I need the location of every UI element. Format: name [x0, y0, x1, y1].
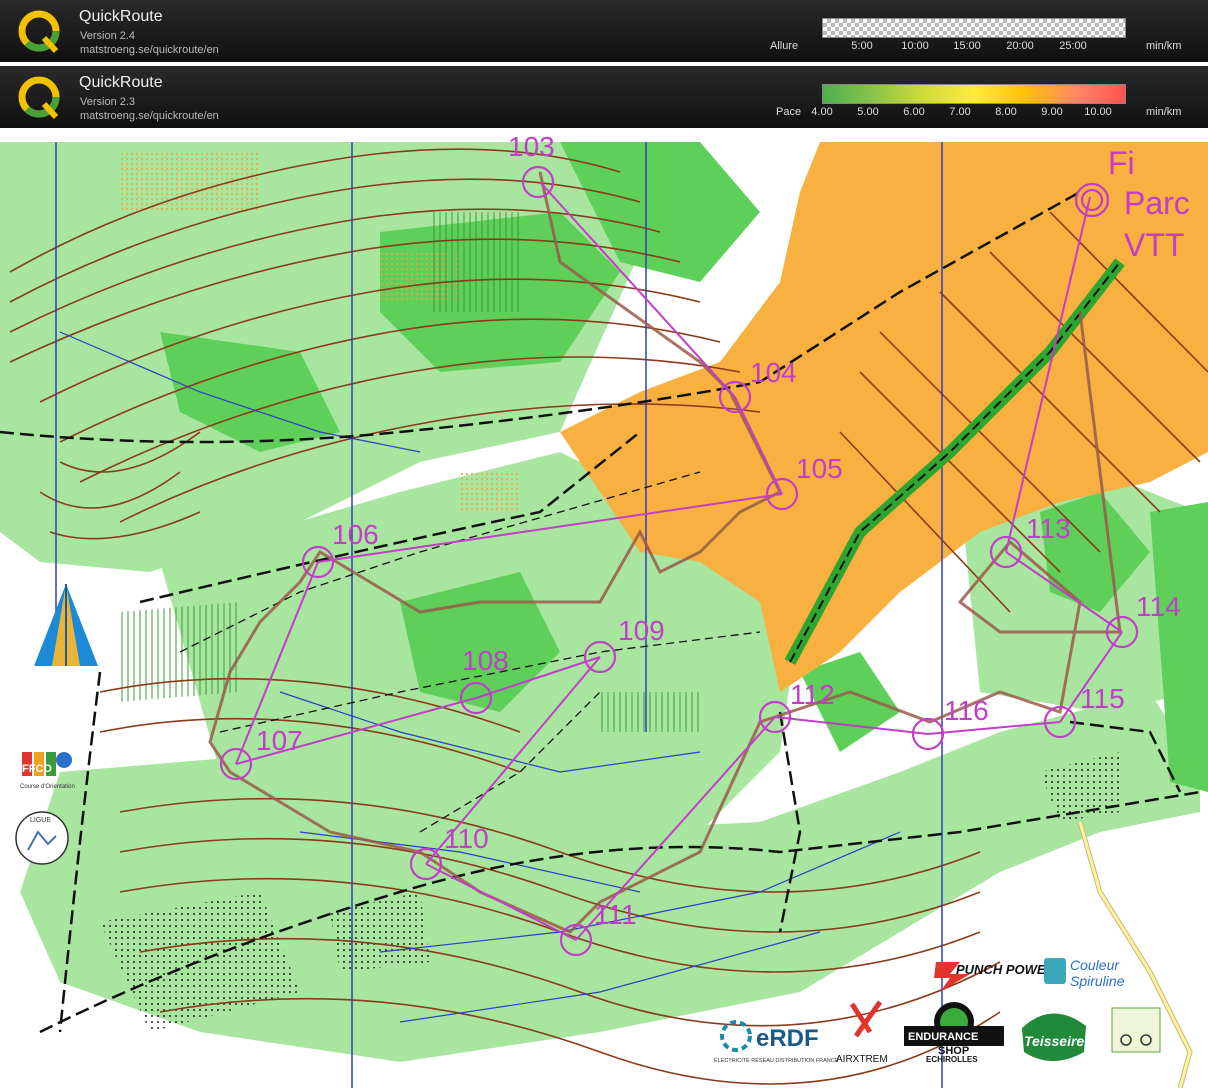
- control-label-110: 110: [444, 823, 489, 854]
- erdf-subtitle: ÉLECTRICITÉ RÉSEAU DISTRIBUTION FRANCE: [714, 1057, 839, 1064]
- allure-tick: 15:00: [953, 40, 981, 52]
- allure-scale-bar: [822, 18, 1126, 38]
- control-label-115: 115: [1080, 683, 1125, 714]
- finish-text-vtt: VTT: [1124, 227, 1184, 263]
- app-version: Version 2.4: [80, 30, 136, 42]
- allure-tick: 10:00: [901, 40, 929, 52]
- pace-tick: 6.00: [903, 106, 925, 118]
- control-label-108: 108: [462, 645, 509, 676]
- pace-tick: 9.00: [1041, 106, 1063, 118]
- allure-label: Allure: [770, 40, 799, 52]
- airxtrem-text: AIRXTREM: [836, 1054, 888, 1065]
- punch-power-text: PUNCH POWER: [956, 962, 1056, 977]
- pace-tick: 5.00: [857, 106, 879, 118]
- erdf-text: eRDF: [756, 1025, 819, 1052]
- finish-text-fi: Fi: [1108, 145, 1135, 181]
- control-label-111: 111: [594, 899, 637, 930]
- allure-tick: 25:00: [1059, 40, 1087, 52]
- ligue-logo: LIGUE: [15, 811, 69, 865]
- control-label-112: 112: [790, 679, 835, 710]
- control-label-116: 116: [944, 695, 989, 726]
- allure-unit: min/km: [1146, 40, 1182, 52]
- spiruline-text: Spiruline: [1070, 973, 1125, 989]
- control-label-103: 103: [508, 132, 555, 162]
- control-label-105: 105: [796, 453, 843, 484]
- quickroute-header-bottom: QuickRoute Version 2.3 matstroeng.se/qui…: [0, 66, 1208, 128]
- pace-tick: 7.00: [949, 106, 971, 118]
- finish-text-parc: Parc: [1124, 185, 1190, 221]
- control-label-104: 104: [750, 357, 797, 388]
- allure-tick: 20:00: [1006, 40, 1034, 52]
- teisseire-logo: Teisseire: [1022, 1013, 1086, 1061]
- orienteering-map[interactable]: 103 104 105 106 107 108 109 110 111 112 …: [0, 132, 1208, 1088]
- small-sponsor-logo: [1111, 1007, 1161, 1053]
- teisseire-text: Teisseire: [1024, 1033, 1084, 1049]
- control-label-114: 114: [1136, 591, 1181, 622]
- app-name: QuickRoute: [79, 8, 163, 25]
- pace-gradient-bar: [822, 84, 1126, 104]
- ffco-subtitle: Course d'Orientation: [20, 784, 75, 790]
- app-version: Version 2.3: [80, 96, 136, 108]
- ffco-text: FFCO: [22, 763, 52, 775]
- pace-unit: min/km: [1146, 106, 1182, 118]
- map-canvas[interactable]: 103 104 105 106 107 108 109 110 111 112 …: [0, 132, 1208, 1088]
- app-url[interactable]: matstroeng.se/quickroute/en: [80, 44, 219, 56]
- pace-tick: 8.00: [995, 106, 1017, 118]
- ligue-text: LIGUE: [30, 817, 51, 824]
- allure-tick: 5:00: [851, 40, 873, 52]
- app-url[interactable]: matstroeng.se/quickroute/en: [80, 110, 219, 122]
- pace-label: Pace: [776, 106, 802, 118]
- control-label-106: 106: [332, 519, 379, 550]
- app-name: QuickRoute: [79, 74, 163, 91]
- control-label-113: 113: [1026, 513, 1071, 544]
- endurance-text: ENDURANCE: [908, 1031, 978, 1043]
- quickroute-logo-icon: [18, 10, 60, 54]
- control-label-107: 107: [256, 725, 303, 756]
- pace-tick: 4.00: [811, 106, 833, 118]
- quickroute-header-top: QuickRoute Version 2.4 matstroeng.se/qui…: [0, 0, 1208, 62]
- control-label-109: 109: [618, 615, 665, 646]
- echirolles-text: ECHIROLLES: [926, 1055, 978, 1064]
- pace-tick: 10.00: [1084, 106, 1112, 118]
- couleur-text: Couleur: [1070, 957, 1120, 973]
- quickroute-logo-icon: [18, 76, 60, 120]
